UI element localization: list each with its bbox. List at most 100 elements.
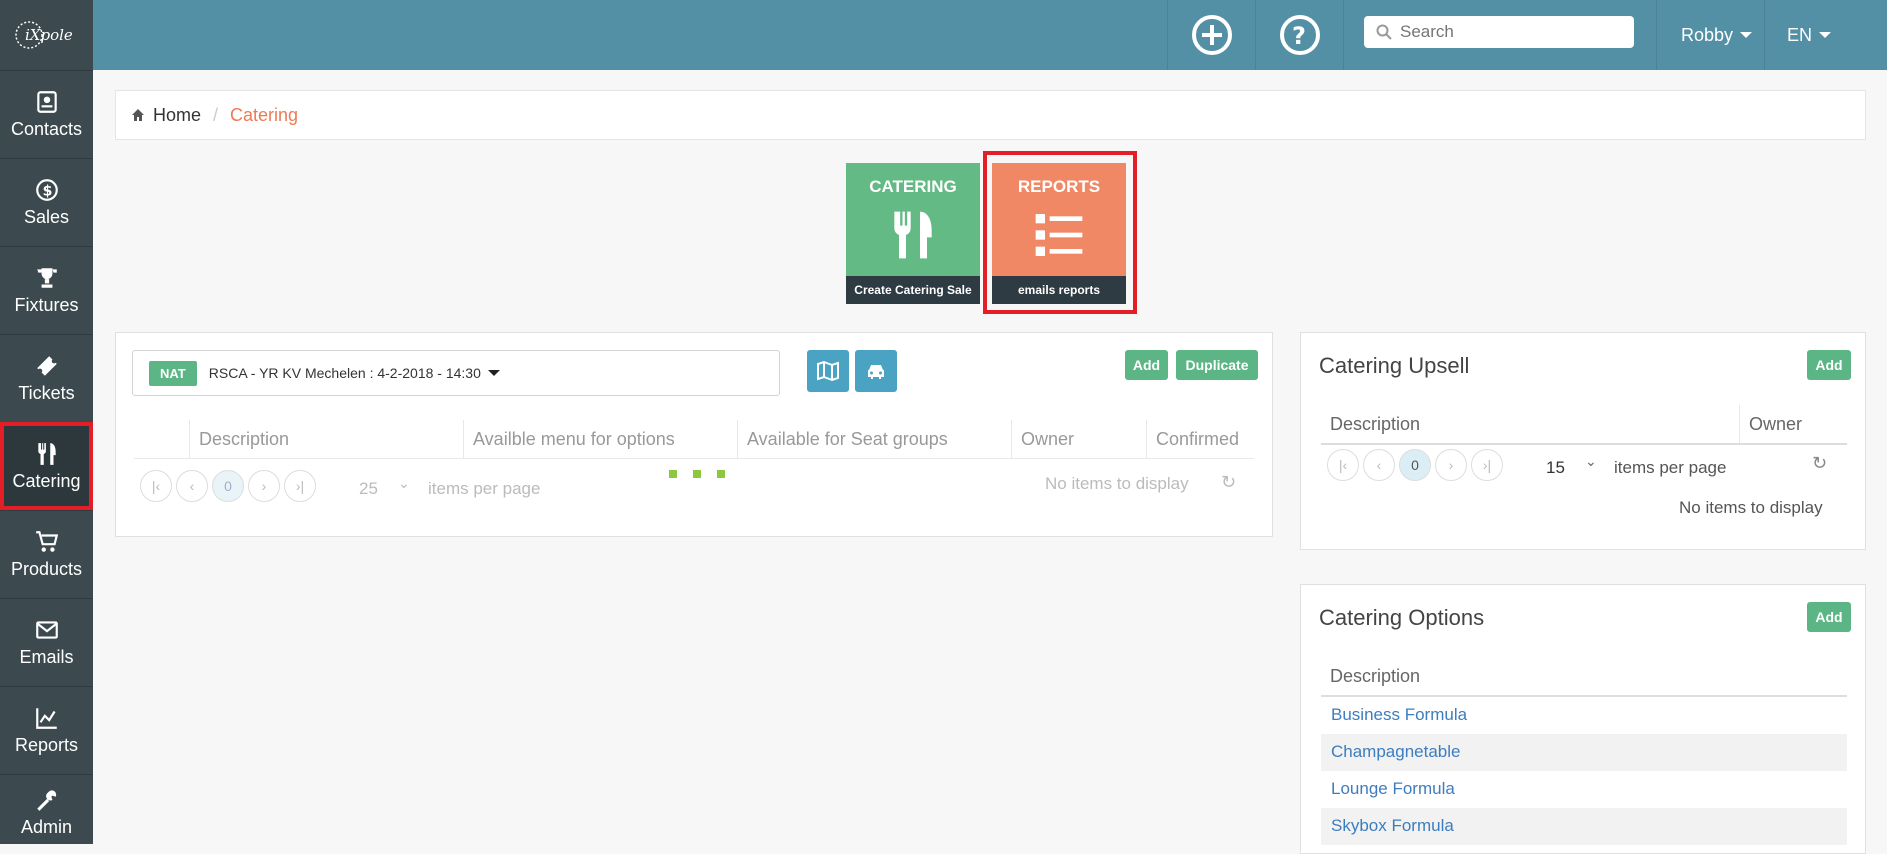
logo-text: iXpole <box>25 26 73 44</box>
contact-card-icon <box>36 91 57 113</box>
breadcrumb-current: Catering <box>230 104 299 125</box>
sidebar-item-products[interactable]: Products <box>0 510 93 598</box>
breadcrumb-home[interactable]: Home <box>153 105 201 126</box>
items-per-page-label: items per page <box>1614 458 1727 477</box>
catering-sales-panel: NAT RSCA - YR KV Mechelen : 4-2-2018 - 1… <box>115 332 1273 537</box>
chevron-down-icon: ⌄ <box>1585 453 1597 469</box>
prev-page-button[interactable]: ‹ <box>176 470 208 502</box>
next-page-button[interactable]: › <box>248 470 280 502</box>
sidebar: iXpole Contacts $ Sales Fixtures Tickets… <box>0 0 93 844</box>
sidebar-item-label: Products <box>10 559 83 579</box>
current-page[interactable]: 0 <box>1399 449 1431 481</box>
upsell-grid-header: Description Owner <box>1321 405 1847 445</box>
top-bar: ? Robby EN <box>93 0 1887 70</box>
sidebar-item-label: Catering <box>12 471 81 491</box>
breadcrumb: Home / Catering <box>115 90 1866 140</box>
page-size-select[interactable]: 15 <box>1546 458 1565 478</box>
tools-icon <box>36 790 56 811</box>
sidebar-item-label: Admin <box>20 817 73 837</box>
table-row[interactable]: Lounge Formula <box>1321 771 1847 808</box>
sidebar-item-emails[interactable]: Emails <box>0 598 93 686</box>
user-menu[interactable]: Robby <box>1656 0 1764 70</box>
panel-title: Catering Upsell <box>1319 353 1470 378</box>
sidebar-item-sales[interactable]: $ Sales <box>0 158 93 246</box>
search-input[interactable] <box>1400 22 1620 42</box>
page-size-select[interactable]: 25 <box>359 479 378 499</box>
catering-upsell-panel: Catering Upsell Add Description Owner |‹… <box>1300 332 1866 550</box>
grid-header: Description Availble menu for options Av… <box>134 420 1254 459</box>
table-row[interactable]: Skybox Formula <box>1321 808 1847 845</box>
sidebar-item-catering[interactable]: Catering <box>0 422 93 510</box>
fixture-select[interactable]: NAT RSCA - YR KV Mechelen : 4-2-2018 - 1… <box>132 350 780 396</box>
duplicate-button[interactable]: Duplicate <box>1176 350 1258 380</box>
sidebar-item-label: Sales <box>23 207 70 227</box>
table-row[interactable]: Champagnetable <box>1321 734 1847 771</box>
sidebar-item-tickets[interactable]: Tickets <box>0 334 93 422</box>
language-menu[interactable]: EN <box>1764 0 1846 70</box>
first-page-button[interactable]: |‹ <box>140 470 172 502</box>
catering-tile[interactable]: CATERING Create Catering Sale <box>846 163 980 304</box>
column-header[interactable]: Available for Seat groups <box>737 420 1011 458</box>
sidebar-item-admin[interactable]: Admin <box>0 774 93 844</box>
trophy-icon <box>36 268 57 288</box>
last-page-button[interactable]: ›| <box>284 470 316 502</box>
refresh-icon[interactable]: ↻ <box>1221 472 1236 493</box>
search-icon <box>1376 24 1392 40</box>
cutlery-icon <box>37 443 56 465</box>
tile-footer: Create Catering Sale <box>846 276 980 304</box>
column-header[interactable]: Confirmed <box>1146 420 1254 458</box>
option-link[interactable]: Champagnetable <box>1331 742 1460 761</box>
loading-indicator <box>669 465 741 483</box>
option-link[interactable]: Skybox Formula <box>1331 816 1454 835</box>
ticket-icon <box>36 356 57 376</box>
fixture-badge: NAT <box>149 360 197 386</box>
no-items-message: No items to display <box>1045 474 1189 493</box>
add-option-button[interactable]: Add <box>1807 602 1851 632</box>
option-link[interactable]: Business Formula <box>1331 705 1467 724</box>
tile-title: CATERING <box>869 177 957 196</box>
column-header[interactable]: Description <box>1321 405 1739 443</box>
chevron-down-icon: ⌄ <box>398 475 410 491</box>
column-header[interactable]: Owner <box>1011 420 1146 458</box>
add-upsell-button[interactable]: Add <box>1807 350 1851 380</box>
chevron-down-icon <box>1740 32 1753 38</box>
taxi-button[interactable] <box>855 350 897 392</box>
current-page[interactable]: 0 <box>212 470 244 502</box>
sidebar-item-label: Tickets <box>18 383 75 403</box>
search-box[interactable] <box>1364 16 1634 48</box>
line-chart-icon <box>35 708 57 729</box>
cart-icon <box>35 531 58 552</box>
add-new-button[interactable] <box>1167 0 1255 70</box>
column-header[interactable]: Description <box>1321 657 1847 695</box>
option-link[interactable]: Lounge Formula <box>1331 779 1455 798</box>
add-button[interactable]: Add <box>1125 350 1168 380</box>
refresh-icon[interactable]: ↻ <box>1812 453 1827 474</box>
column-header[interactable]: Owner <box>1739 405 1847 443</box>
first-page-button[interactable]: |‹ <box>1327 449 1359 481</box>
last-page-button[interactable]: ›| <box>1471 449 1503 481</box>
plus-circle-icon <box>1191 15 1232 55</box>
column-header[interactable]: Description <box>189 420 463 458</box>
panel-title: Catering Options <box>1319 605 1485 630</box>
question-circle-icon: ? <box>1279 15 1320 55</box>
map-button[interactable] <box>807 350 849 392</box>
svg-text:$: $ <box>42 183 52 199</box>
map-icon <box>817 360 839 382</box>
prev-page-button[interactable]: ‹ <box>1363 449 1395 481</box>
next-page-button[interactable]: › <box>1435 449 1467 481</box>
help-button[interactable]: ? <box>1255 0 1343 70</box>
column-header[interactable]: Availble menu for options <box>463 420 737 458</box>
sidebar-item-reports[interactable]: Reports <box>0 686 93 774</box>
table-row[interactable]: Business Formula <box>1321 697 1847 734</box>
envelope-icon <box>35 621 58 639</box>
breadcrumb-separator: / <box>213 104 219 125</box>
items-per-page-label: items per page <box>428 479 541 498</box>
sidebar-item-contacts[interactable]: Contacts <box>0 70 93 158</box>
highlight-box <box>983 151 1137 314</box>
sidebar-item-fixtures[interactable]: Fixtures <box>0 246 93 334</box>
home-icon <box>132 109 144 121</box>
svg-text:?: ? <box>1292 22 1306 50</box>
catering-options-panel: Catering Options Add Description Busines… <box>1300 584 1866 854</box>
app-logo[interactable]: iXpole <box>0 0 93 70</box>
sidebar-item-label: Contacts <box>10 119 83 139</box>
